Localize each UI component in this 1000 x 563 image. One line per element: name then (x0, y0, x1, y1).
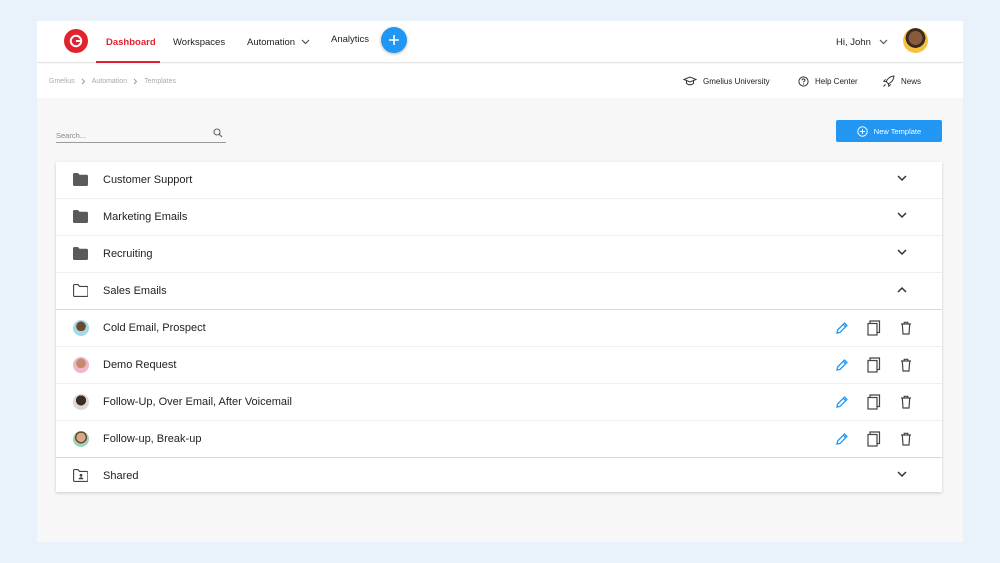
gmelius-logo-icon[interactable] (64, 29, 88, 53)
folder-row-marketing-emails[interactable]: Marketing Emails (56, 199, 942, 235)
chevron-down-icon[interactable] (897, 249, 907, 256)
chevron-down-icon (301, 39, 310, 45)
help-icon (798, 75, 809, 87)
active-nav-indicator (96, 61, 160, 63)
breadcrumb-item[interactable]: Automation (92, 78, 127, 85)
nav-workspaces[interactable]: Workspaces (173, 21, 225, 63)
template-name: Follow-Up, Over Email, After Voicemail (103, 396, 292, 408)
template-name: Follow-up, Break-up (103, 433, 202, 445)
chevron-down-icon[interactable] (897, 471, 907, 478)
help-center-link[interactable]: Help Center (798, 64, 858, 98)
edit-icon[interactable] (834, 430, 850, 448)
template-row[interactable]: Follow-Up, Over Email, After Voicemail (56, 384, 942, 420)
chevron-down-icon[interactable] (897, 175, 907, 182)
top-navbar: Dashboard Workspaces Automation Analytic… (37, 21, 963, 63)
template-name: Cold Email, Prospect (103, 322, 206, 334)
chevron-down-icon (879, 39, 888, 45)
rocket-icon (882, 74, 895, 87)
university-label: Gmelius University (703, 76, 770, 86)
template-avatar (73, 394, 89, 410)
folder-label: Recruiting (103, 248, 153, 260)
folder-label: Sales Emails (103, 285, 167, 297)
folder-open-icon (73, 284, 88, 297)
greeting-text: Hi, John (836, 36, 871, 48)
template-actions (834, 393, 914, 411)
breadcrumb: Gmelius Automation Templates (49, 64, 176, 98)
plus-icon (389, 35, 399, 45)
folder-label: Marketing Emails (103, 211, 188, 223)
sub-navbar: Gmelius Automation Templates Gmelius Uni… (37, 64, 963, 98)
add-button[interactable] (381, 27, 407, 53)
trash-icon[interactable] (898, 393, 914, 411)
chevron-right-icon (133, 78, 138, 84)
folder-row-sales-emails[interactable]: Sales Emails (56, 273, 942, 309)
trash-icon[interactable] (898, 356, 914, 374)
folder-row-recruiting[interactable]: Recruiting (56, 236, 942, 272)
chevron-right-icon (81, 78, 85, 84)
duplicate-icon[interactable] (866, 356, 882, 374)
template-actions (834, 319, 914, 337)
duplicate-icon[interactable] (866, 430, 882, 448)
nav-automation-label: Automation (247, 36, 296, 48)
edit-icon[interactable] (834, 319, 850, 337)
templates-panel: Customer Support Marketing Emails Recrui… (56, 162, 942, 492)
duplicate-icon[interactable] (866, 319, 882, 337)
shared-folder-icon (73, 469, 88, 482)
folder-icon (73, 247, 88, 260)
template-actions (834, 430, 914, 448)
search-input[interactable] (56, 127, 206, 144)
news-label: News (901, 76, 922, 86)
template-avatar (73, 431, 89, 447)
trash-icon[interactable] (898, 430, 914, 448)
user-menu[interactable]: Hi, John (836, 21, 888, 63)
nav-analytics[interactable]: Analytics (331, 18, 369, 60)
trash-icon[interactable] (898, 319, 914, 337)
folder-row-customer-support[interactable]: Customer Support (56, 162, 942, 198)
folder-label: Customer Support (103, 174, 193, 186)
university-link[interactable]: Gmelius University (683, 64, 770, 98)
template-row[interactable]: Cold Email, Prospect (56, 310, 942, 346)
folder-icon (73, 173, 88, 186)
breadcrumb-item: Templates (144, 77, 177, 85)
app-window: Dashboard Workspaces Automation Analytic… (37, 21, 963, 542)
template-avatar (73, 320, 89, 336)
chevron-up-icon[interactable] (897, 286, 907, 293)
duplicate-icon[interactable] (866, 393, 882, 411)
plus-circle-icon (857, 125, 868, 137)
folder-icon (73, 210, 88, 223)
chevron-down-icon[interactable] (897, 212, 907, 219)
graduation-cap-icon (683, 76, 697, 86)
user-avatar[interactable] (903, 28, 928, 53)
folder-label: Shared (103, 470, 139, 482)
edit-icon[interactable] (834, 356, 850, 374)
template-actions (834, 356, 914, 374)
new-template-button[interactable]: New Template (836, 120, 942, 142)
template-row[interactable]: Follow-up, Break-up (56, 421, 942, 457)
template-row[interactable]: Demo Request (56, 347, 942, 383)
folder-row-shared[interactable]: Shared (56, 458, 942, 494)
template-avatar (73, 357, 89, 373)
breadcrumb-item[interactable]: Gmelius (49, 78, 75, 85)
nav-dashboard[interactable]: Dashboard (106, 21, 156, 63)
news-link[interactable]: News (882, 64, 921, 98)
template-name: Demo Request (103, 359, 177, 371)
edit-icon[interactable] (834, 393, 850, 411)
help-center-label: Help Center (815, 76, 858, 86)
nav-automation[interactable]: Automation (247, 21, 310, 63)
search-field (56, 125, 226, 144)
search-icon[interactable] (213, 128, 223, 138)
new-template-label: New Template (873, 126, 922, 136)
